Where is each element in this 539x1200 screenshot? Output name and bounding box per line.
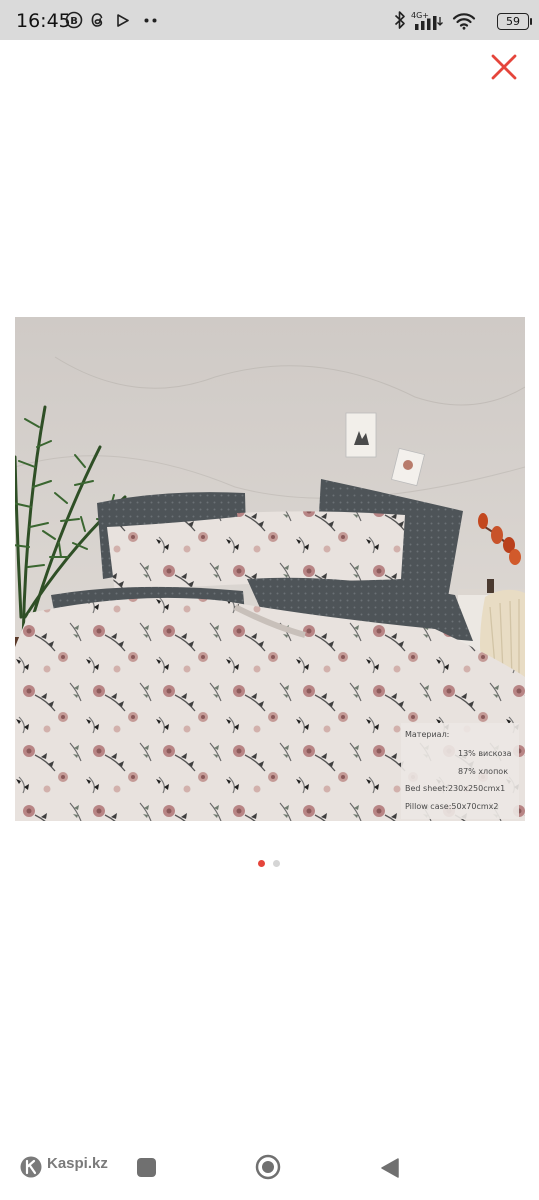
- bluetooth-icon: [394, 11, 405, 29]
- more-notifications-icon: [144, 18, 157, 23]
- play-store-icon: [117, 14, 129, 27]
- kaspi-brand: Kaspi.kz: [47, 1155, 108, 1172]
- home-button[interactable]: [255, 1154, 281, 1180]
- back-button[interactable]: [380, 1157, 400, 1179]
- battery-icon: 59: [497, 13, 532, 30]
- kaspi-logo-icon: [20, 1156, 42, 1178]
- bedding-photo: Материал: 13% вискоза 87% хлопок Bed she…: [15, 317, 525, 821]
- spec-viscose: 13% вискоза: [458, 749, 512, 758]
- threads-icon: [91, 13, 103, 27]
- image-pagination: [258, 860, 288, 868]
- recent-apps-button[interactable]: [137, 1158, 156, 1177]
- signal-icon: [415, 16, 443, 30]
- close-button[interactable]: [488, 51, 520, 83]
- page-dot[interactable]: [273, 860, 280, 867]
- svg-text:B: B: [70, 16, 78, 27]
- b-circle-icon: B: [65, 11, 83, 29]
- spec-bed-sheet: Bed sheet:230x250cmx1: [405, 784, 505, 793]
- spec-pillow-case: Pillow case:50x70cmx2: [405, 802, 499, 811]
- product-image[interactable]: Материал: 13% вискоза 87% хлопок Bed she…: [15, 317, 525, 821]
- page-dot-active[interactable]: [258, 860, 265, 867]
- status-bar: 16:45 B 4G+ 59: [0, 0, 539, 40]
- spec-cotton: 87% хлопок: [458, 767, 508, 776]
- wifi-icon: [452, 13, 476, 30]
- navigation-bar: Kaspi.kz: [0, 1135, 539, 1200]
- close-icon: [491, 54, 517, 80]
- battery-level: 59: [506, 15, 520, 28]
- spec-material-label: Материал:: [405, 730, 449, 739]
- status-time: 16:45: [16, 10, 71, 32]
